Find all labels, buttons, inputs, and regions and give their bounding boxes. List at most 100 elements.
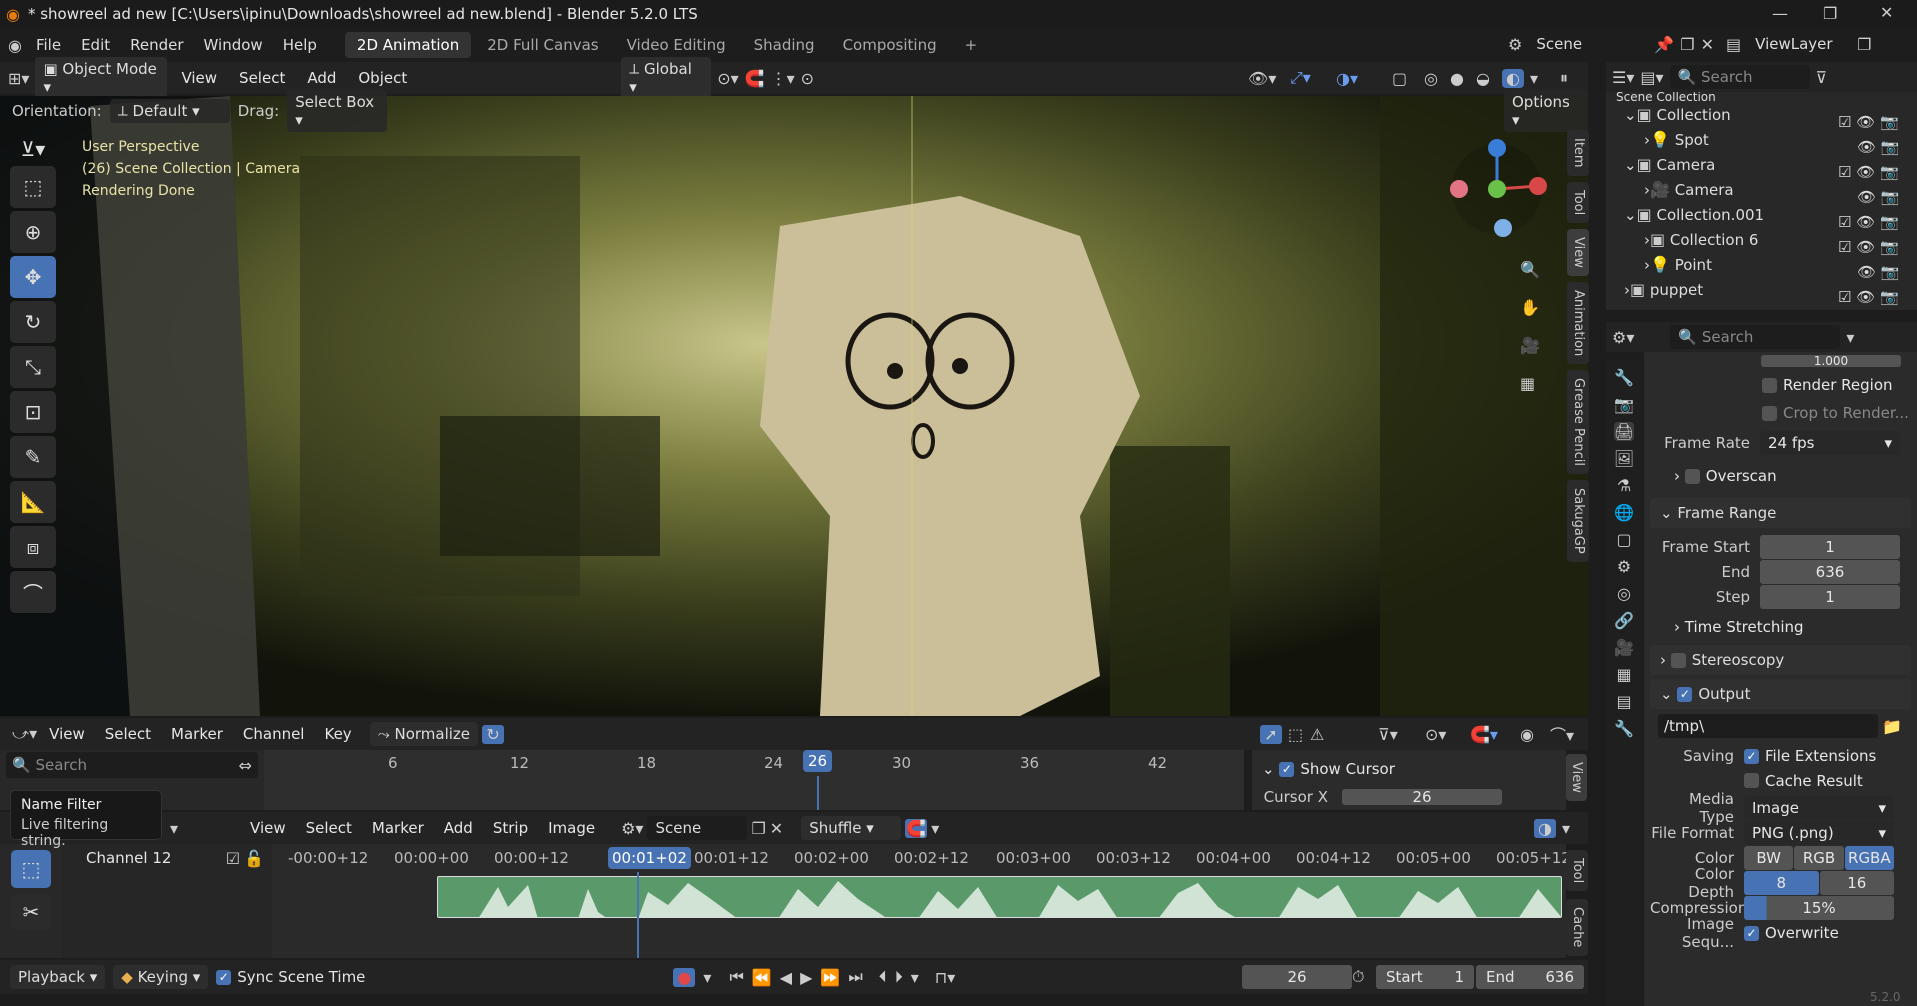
- overlay-options-icon[interactable]: ▾: [1562, 819, 1570, 838]
- crop-to-render-toggle[interactable]: Crop to Render...: [1650, 400, 1911, 426]
- texture-tab-icon[interactable]: ▦: [1616, 665, 1631, 684]
- sidebar-tab-animation[interactable]: Animation: [1567, 281, 1589, 364]
- perspective-toggle-icon[interactable]: ▦: [1520, 364, 1535, 402]
- seq-select-tool-icon[interactable]: ⬚: [11, 850, 51, 888]
- minimize-icon[interactable]: —: [1772, 4, 1788, 23]
- pivot-point-icon[interactable]: ⊙▾: [1425, 725, 1446, 744]
- seq-menu-strip[interactable]: Strip: [485, 819, 536, 837]
- navigation-gizmo[interactable]: [1440, 134, 1560, 244]
- physics-tab-icon[interactable]: ◎: [1617, 584, 1631, 603]
- exclude-checkbox-icon[interactable]: ☑ 👁 📷: [1838, 285, 1908, 310]
- prev-marker-icon[interactable]: ⏴: [879, 967, 887, 987]
- pan-icon[interactable]: ✋: [1520, 288, 1540, 326]
- frame-step-field[interactable]: 1: [1760, 584, 1900, 609]
- only-errors-icon[interactable]: ⚠: [1310, 725, 1324, 744]
- show-hidden-icon[interactable]: ⬚: [1288, 725, 1303, 744]
- overlay-icon[interactable]: ◑▾: [1336, 69, 1358, 88]
- view-layer-tab-icon[interactable]: 🖼: [1614, 449, 1634, 468]
- outliner-editor-type-icon[interactable]: ☰▾: [1612, 68, 1634, 87]
- solid-shading-icon[interactable]: ●: [1450, 69, 1464, 88]
- seq-menu-marker[interactable]: Marker: [364, 819, 432, 837]
- proportional-icon[interactable]: ◉: [1520, 725, 1534, 744]
- seq-tab-tool[interactable]: Tool: [1566, 850, 1588, 892]
- modifiers-tab-icon[interactable]: 🔧: [1614, 719, 1634, 738]
- data-tab-icon[interactable]: 🎥: [1614, 638, 1634, 657]
- auto-normalize-icon[interactable]: ↻: [482, 724, 505, 744]
- view-type-dropdown-icon[interactable]: ▾: [170, 819, 178, 838]
- overlap-mode-dropdown[interactable]: Shuffle ▾: [801, 816, 902, 840]
- sidebar-tab-sakugagp[interactable]: SakugaGP: [1567, 480, 1589, 562]
- filter-icon[interactable]: ⊽: [1816, 68, 1828, 87]
- stereoscopy-panel-header[interactable]: › Stereoscopy: [1650, 645, 1911, 675]
- measure-tool-icon[interactable]: 📐: [10, 481, 56, 523]
- cursor-tool-icon[interactable]: ⊕: [10, 211, 56, 253]
- object-tab-icon[interactable]: ▢: [1616, 530, 1631, 549]
- menu-render[interactable]: Render: [120, 36, 193, 54]
- material-shading-icon[interactable]: ◒: [1476, 69, 1490, 88]
- tab-2d-full-canvas[interactable]: 2D Full Canvas: [475, 32, 610, 58]
- scene-icon[interactable]: ⚙: [1508, 35, 1522, 54]
- outliner-row-scene-collection[interactable]: Scene Collection: [1616, 92, 1917, 102]
- seq-blade-tool-icon[interactable]: ✂: [11, 894, 51, 930]
- outliner-search-input[interactable]: 🔍 Search: [1669, 65, 1810, 89]
- audio-strip[interactable]: [437, 876, 1562, 918]
- sidebar-tab-view[interactable]: View: [1567, 228, 1589, 276]
- menu-window[interactable]: Window: [194, 36, 273, 54]
- file-extensions-toggle[interactable]: ✓ File Extensions: [1744, 747, 1876, 765]
- current-frame-field[interactable]: 26: [1242, 965, 1352, 989]
- color-bw-button[interactable]: BW: [1744, 845, 1794, 870]
- tool-tab-icon[interactable]: 🔧: [1614, 368, 1634, 387]
- dropdown-icon[interactable]: ▾: [1846, 328, 1854, 347]
- viewport-menu-view[interactable]: View: [173, 69, 225, 87]
- compression-slider[interactable]: 15%: [1744, 895, 1894, 920]
- seq-menu-view[interactable]: View: [242, 819, 294, 837]
- graph-timeline-area[interactable]: 6 12 18 24 30 36 42 26: [264, 750, 1244, 810]
- wireframe-shading-icon[interactable]: ◎: [1424, 69, 1438, 88]
- drag-dropdown[interactable]: Select Box ▾: [287, 90, 388, 132]
- scale-tool-icon[interactable]: ⤡: [10, 346, 56, 388]
- jump-start-icon[interactable]: ⏮: [729, 967, 743, 987]
- frame-range-panel-header[interactable]: ⌄ Frame Range: [1650, 498, 1911, 528]
- snap-icon[interactable]: 🧲▾: [1470, 725, 1498, 744]
- exclude-checkbox-icon[interactable]: 👁 📷: [1838, 260, 1908, 285]
- tab-video-editing[interactable]: Video Editing: [615, 32, 738, 58]
- falloff-icon[interactable]: ⌒▾: [1550, 722, 1574, 746]
- exclude-checkbox-icon[interactable]: 👁 📷: [1838, 135, 1908, 160]
- depth-8-button[interactable]: 8: [1744, 870, 1819, 895]
- menu-help[interactable]: Help: [273, 36, 327, 54]
- snap-options-icon[interactable]: ▾: [931, 819, 939, 838]
- tab-shading[interactable]: Shading: [742, 32, 827, 58]
- record-options-icon[interactable]: ▾: [703, 968, 711, 987]
- exclude-checkbox-icon[interactable]: 👁 📷: [1838, 185, 1908, 210]
- next-marker-icon[interactable]: ⏵: [895, 967, 903, 987]
- copy-icon[interactable]: ❐: [751, 819, 765, 838]
- blender-menu-icon[interactable]: ◉: [8, 36, 22, 55]
- viewlayer-name-field[interactable]: ViewLayer: [1747, 32, 1852, 56]
- tab-2d-animation[interactable]: 2D Animation: [344, 32, 472, 58]
- pause-render-icon[interactable]: ⏸: [1560, 68, 1568, 88]
- keying-dropdown[interactable]: ◆ Keying ▾: [113, 965, 209, 989]
- graph-editor-type-icon[interactable]: ⤻▾: [12, 724, 37, 744]
- camera-view-icon[interactable]: 🎥: [1520, 326, 1540, 364]
- overlay-icon[interactable]: ◑: [1534, 818, 1556, 838]
- graph-menu-key[interactable]: Key: [316, 725, 359, 743]
- seq-menu-select[interactable]: Select: [298, 819, 360, 837]
- play-icon[interactable]: ▶: [800, 968, 812, 987]
- playback-dropdown[interactable]: Playback ▾: [10, 965, 106, 989]
- graph-menu-view[interactable]: View: [41, 725, 93, 743]
- output-panel-header[interactable]: ⌄ ✓ Output: [1650, 679, 1911, 709]
- sync-toggle[interactable]: ✓ Sync Scene Time: [216, 968, 365, 986]
- sidebar-tab-tool[interactable]: Tool: [1567, 181, 1589, 223]
- next-keyframe-icon[interactable]: ⏩: [820, 968, 840, 987]
- time-stretching-panel[interactable]: › Time Stretching: [1650, 609, 1911, 645]
- add-cube-tool-icon[interactable]: ⧈: [10, 526, 56, 568]
- new-scene-icon[interactable]: ❐: [1680, 35, 1694, 54]
- viewport-menu-select[interactable]: Select: [231, 69, 293, 87]
- close-icon[interactable]: ✕: [770, 819, 783, 838]
- lock-icon[interactable]: 🔓: [244, 849, 264, 868]
- display-mode-icon[interactable]: ▤▾: [1640, 68, 1663, 87]
- mute-checkbox-icon[interactable]: ☑: [226, 849, 240, 868]
- viewlayer-icon[interactable]: ▤: [1726, 35, 1741, 54]
- curve-tool-icon[interactable]: ⌒: [10, 571, 56, 613]
- only-selected-icon[interactable]: ➚: [1260, 724, 1282, 744]
